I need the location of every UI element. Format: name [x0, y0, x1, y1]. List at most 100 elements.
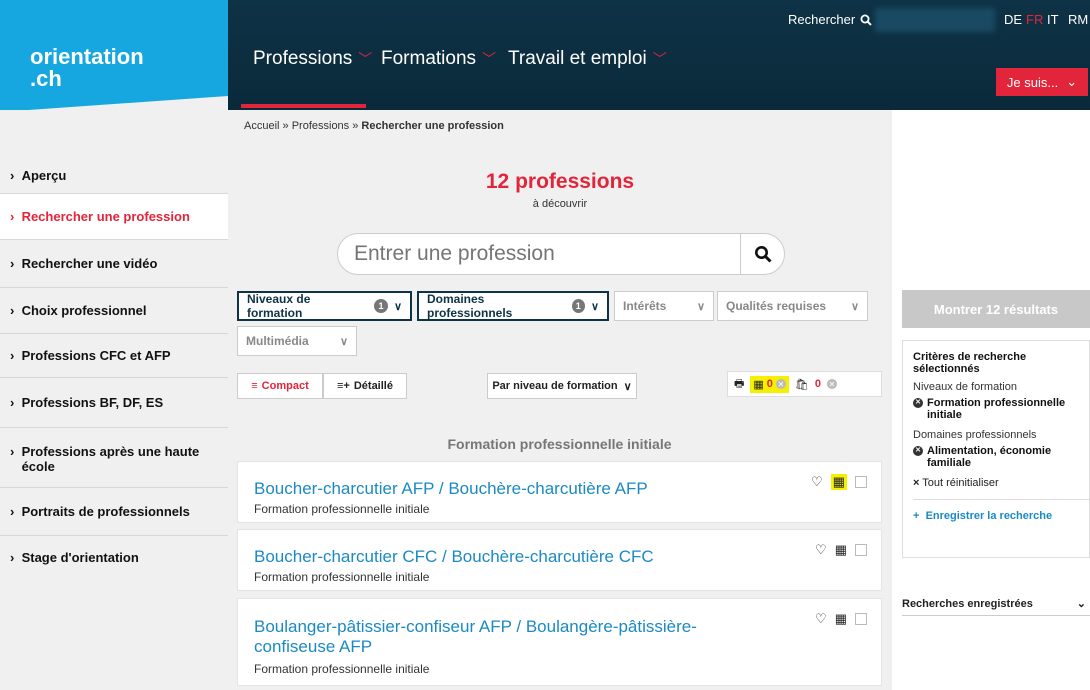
results-count: 12 professions — [485, 170, 635, 193]
profession-card[interactable]: Boucher-charcutier AFP / Bouchère-charcu… — [237, 461, 882, 523]
sort-dropdown[interactable]: Par niveau de formation ∨ — [487, 373, 637, 399]
profession-title-link[interactable]: Boucher-charcutier CFC / Bouchère-charcu… — [254, 547, 774, 567]
breadcrumb-current: Rechercher une profession — [361, 120, 504, 132]
remove-icon[interactable]: ✕ — [913, 398, 923, 408]
save-search-button[interactable]: + Enregistrer la recherche — [913, 510, 1089, 522]
sidebar-item-label: Professions après une haute école — [21, 444, 200, 474]
profession-card[interactable]: Boulanger-pâtissier-confiseur AFP / Boul… — [237, 598, 882, 686]
card-actions: ♡ ▦ — [815, 611, 867, 627]
filter-interets[interactable]: Intérêts ∨ — [614, 291, 714, 321]
reset-all-button[interactable]: × Tout réinitialiser — [913, 477, 1089, 500]
sidebar-item-apercu[interactable]: › Aperçu — [0, 158, 228, 194]
profession-title-link[interactable]: Boulanger-pâtissier-confiseur AFP / Boul… — [254, 617, 774, 657]
filter-multimedia[interactable]: Multimédia ∨ — [237, 326, 357, 356]
breadcrumb-home[interactable]: Accueil — [244, 120, 279, 132]
select-checkbox[interactable] — [855, 544, 867, 556]
view-detail-label: Détaillé — [353, 380, 393, 392]
plus-icon: + — [913, 510, 920, 522]
select-checkbox[interactable] — [855, 613, 867, 625]
sidebar-item-choix-professionnel[interactable]: › Choix professionnel — [0, 288, 228, 334]
filter-niveaux-formation[interactable]: Niveaux de formation 1 ∨ — [237, 291, 412, 321]
saved-searches-label: Recherches enregistrées — [902, 597, 1033, 610]
clear-icon[interactable]: ✕ — [775, 379, 786, 389]
criteria-chip[interactable]: ✕ Alimentation, économie familiale — [913, 445, 1089, 469]
select-checkbox[interactable] — [855, 476, 867, 488]
nav-travail-emploi[interactable]: Travail et emploi ﹀ — [508, 48, 667, 70]
clear-icon[interactable]: ✕ — [827, 379, 838, 389]
compare-count: 0 — [766, 378, 773, 390]
sidebar-item-stage-orientation[interactable]: › Stage d'orientation — [0, 536, 228, 578]
profession-title-link[interactable]: Boucher-charcutier AFP / Bouchère-charcu… — [254, 479, 774, 499]
chevron-down-icon: ∨ — [590, 300, 599, 313]
heart-icon[interactable]: ♡ — [815, 611, 827, 627]
heart-icon[interactable]: ♡ — [811, 474, 823, 490]
profession-card[interactable]: Boucher-charcutier CFC / Bouchère-charcu… — [237, 529, 882, 591]
compare-icon[interactable]: ▦ — [835, 542, 847, 558]
view-detail-button[interactable]: ≡+ Détaillé — [323, 373, 407, 399]
save-search-label: Enregistrer la recherche — [925, 510, 1053, 522]
criteria-group-label: Domaines professionnels — [913, 429, 1037, 441]
nav-professions[interactable]: Professions ﹀ — [253, 48, 372, 70]
chevron-down-icon: ﹀ — [652, 51, 667, 67]
remove-icon[interactable]: ✕ — [913, 446, 923, 456]
blurred-area — [875, 8, 995, 32]
lang-fr[interactable]: FR — [1026, 12, 1043, 27]
breadcrumb-professions[interactable]: Professions — [292, 120, 349, 132]
sidebar-item-label: Portraits de professionnels — [21, 504, 190, 519]
search-icon — [754, 246, 772, 263]
show-results-button[interactable]: Montrer 12 résultats — [902, 290, 1090, 328]
reset-all-label: Tout réinitialiser — [922, 477, 999, 489]
chevron-down-icon: ∨ — [623, 380, 632, 393]
nav-active-indicator — [241, 104, 366, 108]
selected-criteria-panel: Critères de recherche sélectionnés Nivea… — [902, 340, 1090, 558]
view-compact-button[interactable]: ≡ Compact — [237, 373, 323, 399]
heart-icon[interactable]: ♡ — [815, 542, 827, 558]
print-icon[interactable]: 🖶 — [734, 375, 744, 394]
nav-professions-label: Professions — [253, 48, 353, 69]
chevron-down-icon: ⌄ — [1076, 598, 1086, 610]
criteria-chip[interactable]: ✕ Formation professionnelle initiale — [913, 397, 1089, 421]
bag-icon[interactable]: 🛍 — [795, 378, 809, 391]
filter-domaines-professionnels[interactable]: Domaines professionnels 1 ∨ — [417, 291, 609, 321]
sidebar-item-label: Rechercher une profession — [21, 209, 190, 224]
search-submit-button[interactable] — [740, 234, 784, 274]
sidebar-item-professions-haute-ecole[interactable]: › Professions après une haute école — [0, 428, 228, 488]
criteria-chip-label: Formation professionnelle initiale — [927, 397, 1066, 421]
compare-toggle[interactable]: ▦ 0 ✕ — [750, 375, 789, 393]
top-search-button[interactable]: Rechercher — [788, 12, 872, 27]
sidebar-item-rechercher-video[interactable]: › Rechercher une vidéo — [0, 240, 228, 288]
section-title: Formation professionnelle initiale — [447, 436, 672, 452]
sidebar-item-label: Aperçu — [21, 168, 67, 183]
tools-bar: 🖶 ▦ 0 ✕ 🛍 0 ✕ — [727, 371, 882, 397]
sidebar-item-portraits[interactable]: › Portraits de professionnels — [0, 488, 228, 536]
filter-count-badge: 1 — [374, 299, 388, 313]
filter-label: Niveaux de formation — [247, 292, 311, 320]
nav-formations[interactable]: Formations ﹀ — [381, 48, 496, 70]
compare-icon: ▦ — [753, 378, 764, 391]
sidebar-item-professions-cfc-afp[interactable]: › Professions CFC et AFP — [0, 334, 228, 378]
card-actions: ♡ ▦ — [811, 474, 867, 490]
search-icon — [860, 14, 872, 26]
compare-icon[interactable]: ▦ — [830, 474, 847, 490]
sidebar-item-label: Stage d'orientation — [21, 549, 139, 565]
profession-level: Formation professionnelle initiale — [254, 570, 430, 584]
lang-it[interactable]: IT — [1047, 12, 1059, 27]
chevron-down-icon: ⌄ — [1066, 74, 1078, 89]
je-suis-label: Je suis... — [1006, 74, 1059, 90]
site-logo[interactable]: orientation .ch — [0, 0, 228, 110]
sidebar-item-rechercher-profession[interactable]: › Rechercher une profession — [0, 194, 228, 240]
sidebar-item-professions-bf-df-es[interactable]: › Professions BF, DF, ES — [0, 378, 228, 428]
sidebar-item-label: Rechercher une vidéo — [21, 256, 158, 271]
view-compact-label: Compact — [261, 380, 309, 392]
nav-travail-emploi-label: Travail et emploi — [508, 48, 647, 69]
saved-searches-toggle[interactable]: Recherches enregistrées ⌄ — [902, 592, 1090, 616]
compare-icon[interactable]: ▦ — [835, 611, 847, 627]
breadcrumb: Accueil » Professions » Rechercher une p… — [244, 120, 504, 132]
lang-rm[interactable]: RM — [1068, 12, 1088, 27]
profession-search-input[interactable] — [354, 240, 734, 268]
je-suis-button[interactable]: Je suis... ⌄ — [996, 68, 1088, 96]
filter-qualites-requises[interactable]: Qualités requises ∨ — [717, 291, 868, 321]
lang-de[interactable]: DE — [1004, 12, 1022, 27]
sidebar-item-label: Professions BF, DF, ES — [21, 395, 164, 410]
list-compact-icon: ≡ — [251, 380, 258, 392]
